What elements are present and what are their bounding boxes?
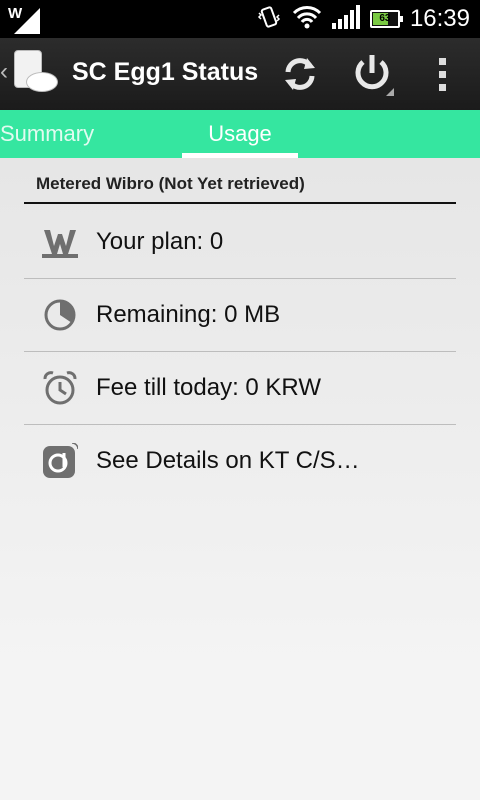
usage-panel: Metered Wibro (Not Yet retrieved) Your p…	[0, 158, 480, 800]
status-time: 16:39	[409, 5, 470, 32]
section-header: Metered Wibro (Not Yet retrieved)	[36, 174, 305, 193]
wibro-w-icon	[42, 224, 78, 260]
status-bar: W 63 16:39	[0, 0, 480, 38]
power-button[interactable]	[350, 52, 394, 96]
wifi-icon	[292, 5, 322, 34]
svg-text:W: W	[8, 5, 23, 22]
tab-usage[interactable]: Usage	[182, 110, 298, 158]
details-link-label: See Details on KT C/S…	[96, 447, 360, 474]
battery-icon: 63	[369, 10, 403, 28]
refresh-button[interactable]	[278, 52, 322, 96]
pie-clock-icon	[42, 297, 78, 333]
back-chevron-icon[interactable]: ‹	[0, 60, 8, 84]
w-logo-icon: W	[8, 4, 44, 34]
alarm-clock-icon	[42, 370, 78, 406]
power-icon	[355, 55, 394, 96]
page-title: SC Egg1 Status	[72, 58, 259, 86]
list-item-plan[interactable]: Your plan: 0	[24, 206, 456, 279]
fee-label: Fee till today: 0 KRW	[96, 374, 321, 401]
tab-summary[interactable]: Summary	[0, 110, 120, 158]
plan-label: Your plan: 0	[96, 228, 224, 255]
list-item-fee[interactable]: Fee till today: 0 KRW	[24, 352, 456, 425]
action-bar: ‹ SC Egg1 Status	[0, 38, 480, 110]
tab-bar: Summary Usage	[0, 110, 480, 158]
olleh-logo-icon	[42, 442, 79, 479]
vibrate-icon	[256, 4, 282, 35]
battery-percent: 63	[379, 13, 391, 24]
refresh-icon	[285, 58, 315, 90]
list-item-details[interactable]: See Details on KT C/S…	[24, 425, 456, 497]
app-icon[interactable]	[12, 50, 58, 98]
remaining-label: Remaining: 0 MB	[96, 301, 281, 328]
overflow-menu-icon	[438, 57, 446, 91]
section-divider	[24, 202, 456, 204]
cell-signal-icon	[331, 4, 360, 34]
list-item-remaining[interactable]: Remaining: 0 MB	[24, 279, 456, 352]
overflow-menu-button[interactable]	[420, 52, 464, 96]
